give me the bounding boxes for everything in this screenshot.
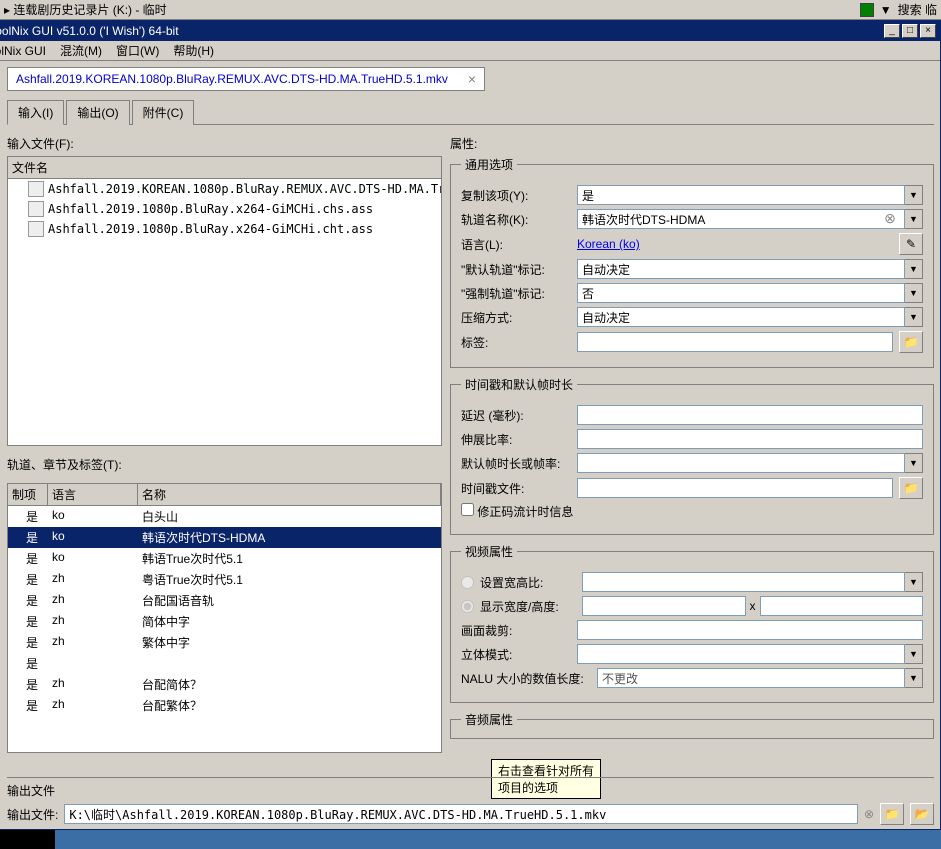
menu-mux[interactable]: 混流(M) [54,40,108,61]
crop-input [577,620,923,640]
clear-icon[interactable]: ⊗ [883,211,897,225]
minimize-button[interactable]: _ [884,24,900,38]
track-row[interactable]: 是ko韩语True次时代5.1 [8,548,441,569]
tracks-label: 轨道、章节及标签(T): [7,456,442,473]
props-label: 属性: [450,135,934,152]
track-name-input[interactable] [577,209,905,229]
track-row[interactable]: 是ko白头山 [8,506,441,527]
delay-input[interactable] [577,405,923,425]
maximize-button[interactable]: □ [902,24,918,38]
nalu-select [597,668,905,688]
col-lang[interactable]: 语言 [48,484,138,505]
browse-icon[interactable]: 📁 [899,331,923,353]
tab-output[interactable]: 输出(O) [66,100,129,125]
breadcrumb[interactable]: ▸ 连载剧历史记录片 (K:) - 临时 [4,1,167,18]
input-files-list[interactable]: 文件名 Ashfall.2019.KOREAN.1080p.BluRay.REM… [7,156,442,446]
menubar: MKVToolNix GUI 混流(M) 窗口(W) 帮助(H) [0,41,940,61]
toolbar-icon[interactable] [860,3,874,17]
search-label[interactable]: 搜索 临 [898,1,937,18]
group-time: 时间戳和默认帧时长 延迟 (毫秒): 伸展比率: 默认帧时长或帧率:▼ 时间戳文… [450,376,934,535]
default-flag-select[interactable] [577,259,905,279]
tab-attach[interactable]: 附件(C) [132,100,195,125]
dropdown-icon[interactable]: ▼ [905,185,923,205]
language-link[interactable]: Korean (ko) [577,237,893,251]
group-audio: 音频属性 [450,711,934,739]
track-row[interactable]: 是zh台配国语音轨 [8,590,441,611]
output-path-input[interactable] [64,804,858,824]
file-item[interactable]: Ashfall.2019.1080p.BluRay.x264-GiMCHi.ch… [8,199,441,219]
track-row[interactable]: 是zh粤语True次时代5.1 [8,569,441,590]
group-general: 通用选项 复制该项(Y): ▼ 轨道名称(K): ⊗ ▼ [450,156,934,368]
explorer-topbar: ▸ 连载剧历史记录片 (K:) - 临时 ▼ 搜索 临 [0,0,941,20]
file-item[interactable]: Ashfall.2019.KOREAN.1080p.BluRay.REMUX.A… [8,179,441,199]
aspect-radio[interactable] [461,576,474,589]
stretch-input[interactable] [577,429,923,449]
tc-file-input[interactable] [577,478,893,498]
browse-icon[interactable]: 📁 [899,477,923,499]
input-files-label: 输入文件(F): [7,135,442,152]
menu-window[interactable]: 窗口(W) [110,40,165,61]
filename-header[interactable]: 文件名 [8,157,441,179]
menu-help[interactable]: 帮助(H) [167,40,220,61]
close-button[interactable]: × [920,24,936,38]
app-name[interactable]: MKVToolNix GUI [0,42,52,60]
track-row[interactable]: 是zh简体中字 [8,611,441,632]
recent-output-icon[interactable]: 📂 [910,803,934,825]
col-name[interactable]: 名称 [138,484,441,505]
output-file-label: 输出文件: [7,806,58,823]
track-row[interactable]: 是zh繁体中字 [8,632,441,653]
tab-input[interactable]: 输入(I) [7,100,64,125]
dropdown-icon[interactable]: ▼ [905,209,923,229]
copy-this-select[interactable] [577,185,905,205]
inner-tabs: 输入(I) 输出(O) 附件(C) [7,99,934,125]
app-body: Ashfall.2019.KOREAN.1080p.BluRay.REMUX.A… [1,61,940,829]
stereo-select [577,644,905,664]
tracks-list[interactable]: 制项 语言 名称 是ko白头山是ko韩语次时代DTS-HDMA是ko韩语True… [7,483,442,753]
clear-output-icon[interactable]: ⊗ [864,807,874,821]
compress-select[interactable] [577,307,905,327]
disp-h-input [760,596,924,616]
disp-w-input [582,596,746,616]
titlebar[interactable]: ◈ MKVToolNix GUI v51.0.0 ('I Wish') 64-b… [0,21,940,41]
disp-wh-radio[interactable] [461,600,474,613]
output-section-label: 输出文件 [7,777,934,799]
track-row[interactable]: 是ko韩语次时代DTS-HDMA [8,527,441,548]
edit-icon[interactable]: ✎ [899,233,923,255]
fix-bs-checkbox[interactable]: 修正码流计时信息 [461,503,573,520]
close-tab-icon[interactable]: × [468,71,476,87]
group-video: 视频属性 设置宽高比: ▼ 显示宽度/高度: x 画面裁剪: 立体模式:▼ NA… [450,543,934,703]
window-title: MKVToolNix GUI v51.0.0 ('I Wish') 64-bit [0,24,179,38]
col-copy[interactable]: 制项 [8,484,48,505]
forced-flag-select[interactable] [577,283,905,303]
track-row[interactable]: 是zh台配繁体？ [8,695,441,716]
track-row[interactable]: 是 [8,653,441,674]
app-window: ◈ MKVToolNix GUI v51.0.0 ('I Wish') 64-b… [0,20,941,830]
file-item[interactable]: Ashfall.2019.1080p.BluRay.x264-GiMCHi.ch… [8,219,441,239]
aspect-input [582,572,905,592]
document-tab[interactable]: Ashfall.2019.KOREAN.1080p.BluRay.REMUX.A… [7,67,485,91]
browse-output-icon[interactable]: 📁 [880,803,904,825]
tags-input[interactable] [577,332,893,352]
def-dur-input[interactable] [577,453,905,473]
track-row[interactable]: 是zh台配简体？ [8,674,441,695]
